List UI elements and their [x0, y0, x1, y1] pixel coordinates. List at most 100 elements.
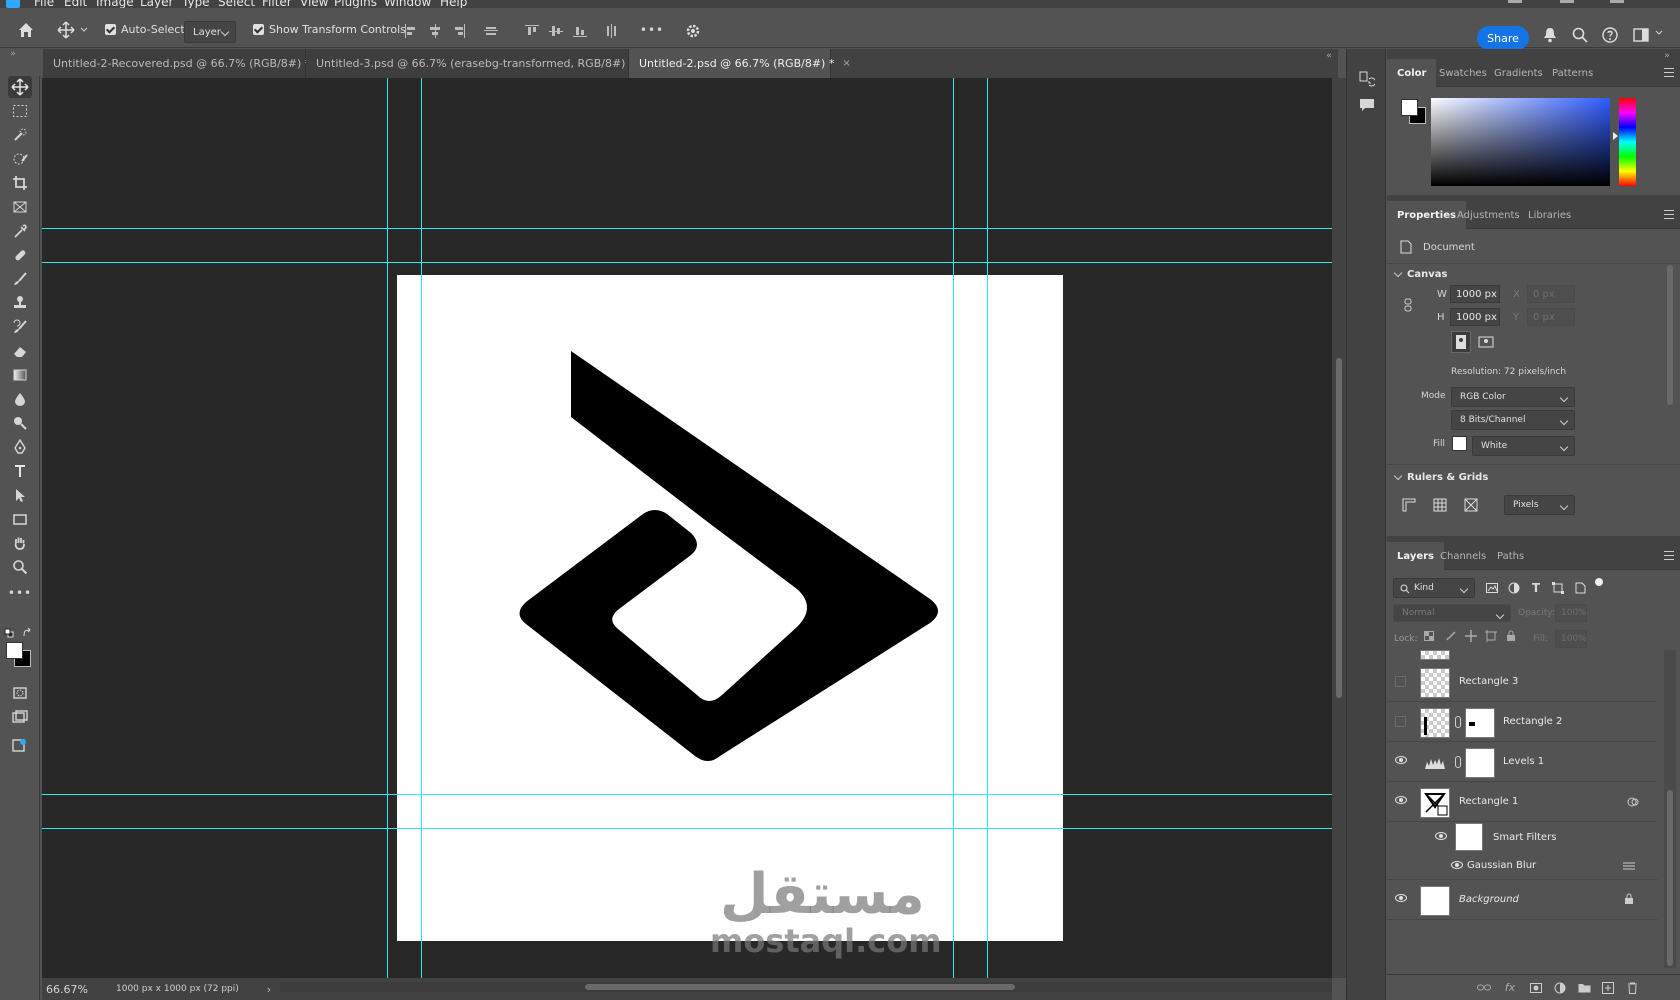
align-left-icon[interactable] [404, 24, 418, 38]
menu-plugins[interactable]: Plugins [334, 0, 377, 8]
distribute-vertical-icon[interactable] [605, 24, 619, 38]
horizontal-scrollbar[interactable] [280, 982, 1332, 992]
eye-icon[interactable] [1435, 832, 1447, 840]
layer-name[interactable]: Background [1459, 894, 1519, 905]
screen-mode-icon[interactable] [8, 706, 32, 728]
new-layer-icon[interactable] [1601, 981, 1615, 995]
layer-row-smart-filters[interactable]: Smart Filters [1387, 822, 1657, 852]
ruler-icon[interactable] [1401, 497, 1417, 513]
link-mask-icon[interactable] [1455, 716, 1461, 728]
default-colors-icon[interactable] [4, 628, 14, 638]
rulers-grids-section[interactable]: Rulers & Grids [1395, 472, 1488, 483]
history-brush-tool-icon[interactable] [8, 316, 32, 338]
auto-select-dropdown[interactable]: Layer [184, 21, 236, 43]
gear-icon[interactable] [684, 22, 702, 40]
status-menu-arrow[interactable]: › [267, 983, 271, 996]
layers-scrollbar[interactable] [1664, 650, 1676, 968]
layer-row-rectangle-3[interactable]: Rectangle 3 [1387, 662, 1657, 702]
filter-toggle-icon[interactable] [1595, 578, 1603, 586]
brush-tool-icon[interactable] [8, 268, 32, 290]
move-tool-preset-icon[interactable] [56, 20, 76, 40]
link-mask-icon[interactable] [1455, 756, 1461, 768]
height-field[interactable]: 1000 px [1450, 308, 1500, 326]
fill-dropdown[interactable]: White [1472, 436, 1575, 456]
visibility-off-icon[interactable] [1395, 716, 1406, 727]
units-dropdown[interactable]: Pixels [1504, 495, 1575, 515]
dodge-tool-icon[interactable] [8, 412, 32, 434]
collapse-toolbar-icon[interactable]: » [6, 49, 20, 59]
workspace-icon[interactable] [1631, 26, 1651, 44]
generative-fill-icon[interactable] [8, 734, 32, 756]
blur-tool-icon[interactable] [8, 388, 32, 410]
align-bottom-icon[interactable] [573, 24, 587, 38]
lock-position-icon[interactable] [1465, 630, 1477, 642]
eraser-tool-icon[interactable] [8, 340, 32, 362]
layer-row-gaussian-blur[interactable]: Gaussian Blur [1387, 852, 1657, 880]
layer-row-levels-1[interactable]: Levels 1 [1387, 742, 1657, 782]
search-icon[interactable] [1571, 26, 1589, 44]
tab-untitled-3[interactable]: Untitled-3.psd @ 66.7% (erasebg-transfor… [306, 49, 642, 78]
tab-untitled-2-recovered[interactable]: Untitled-2-Recovered.psd @ 66.7% (RGB/8#… [43, 49, 327, 78]
tab-paths[interactable]: Paths [1487, 542, 1534, 570]
hue-slider[interactable] [1619, 98, 1636, 186]
filter-shape-icon[interactable] [1551, 581, 1565, 595]
filter-options-icon[interactable] [1623, 860, 1635, 872]
adjustment-layer-icon[interactable] [1553, 981, 1567, 995]
crop-tool-icon[interactable] [8, 172, 32, 194]
visibility-off-icon[interactable] [1395, 676, 1406, 687]
width-field[interactable]: 1000 px [1450, 285, 1500, 303]
eye-icon[interactable] [1395, 894, 1407, 902]
tab-libraries[interactable]: Libraries [1518, 201, 1581, 229]
quick-selection-tool-icon[interactable] [8, 148, 32, 170]
eye-icon[interactable] [1395, 756, 1407, 764]
hand-tool-icon[interactable] [8, 532, 32, 554]
foreground-color-swatch[interactable] [6, 642, 23, 659]
layer-name[interactable]: Rectangle 2 [1503, 716, 1562, 727]
menu-window[interactable]: Window [384, 0, 431, 8]
scroll-thumb[interactable] [585, 984, 1015, 990]
menu-type[interactable]: Type [182, 0, 210, 8]
edit-toolbar-icon[interactable]: ••• [8, 582, 32, 604]
close-tab-icon[interactable]: × [842, 58, 850, 69]
scroll-thumb[interactable] [1336, 358, 1342, 698]
panel-menu-icon[interactable] [1664, 210, 1674, 219]
fx-icon[interactable]: fx [1503, 980, 1517, 994]
lock-all-icon[interactable] [1505, 630, 1517, 642]
eye-icon[interactable] [1395, 796, 1407, 804]
menu-view[interactable]: View [300, 0, 328, 8]
layer-row-rectangle-2[interactable]: Rectangle 2 [1387, 702, 1657, 742]
panel-menu-icon[interactable] [1664, 68, 1674, 77]
panel-menu-icon[interactable] [1664, 551, 1674, 560]
grid-icon[interactable] [1432, 497, 1448, 513]
layer-name[interactable]: Rectangle 1 [1459, 796, 1518, 807]
properties-scrollbar[interactable] [1667, 265, 1673, 405]
eyedropper-tool-icon[interactable] [8, 220, 32, 242]
layer-name[interactable]: Rectangle 3 [1459, 676, 1518, 687]
chevron-down-icon[interactable] [1654, 28, 1664, 38]
gradient-tool-icon[interactable] [8, 364, 32, 386]
scroll-thumb[interactable] [1667, 790, 1673, 966]
add-mask-icon[interactable] [1529, 981, 1543, 995]
hue-slider-marker-icon[interactable] [1613, 132, 1618, 140]
clone-stamp-tool-icon[interactable] [8, 292, 32, 314]
link-dimensions-icon[interactable] [1403, 297, 1413, 313]
share-button[interactable]: Share [1477, 26, 1529, 50]
tab-untitled-2[interactable]: Untitled-2.psd @ 66.7% (RGB/8#) * × [629, 49, 851, 78]
document-canvas[interactable] [397, 275, 1063, 941]
help-icon[interactable] [1601, 26, 1619, 44]
trash-icon[interactable] [1625, 981, 1639, 995]
home-icon[interactable] [16, 20, 36, 40]
align-center-icon[interactable] [428, 24, 442, 38]
layer-name[interactable]: Smart Filters [1493, 832, 1556, 843]
menu-edit[interactable]: Edit [64, 0, 87, 8]
close-window-icon[interactable] [1610, 0, 1624, 3]
menu-select[interactable]: Select [218, 0, 255, 8]
layer-name[interactable]: Gaussian Blur [1467, 860, 1536, 871]
layer-filter-dropdown[interactable]: Kind [1393, 578, 1475, 598]
fill-color-swatch[interactable] [1452, 436, 1467, 451]
vertical-scrollbar[interactable] [1332, 78, 1346, 978]
layer-list[interactable]: Rectangle 3 Rectangle 2 Levels 1 Rectang… [1387, 650, 1657, 968]
foreground-color-swatch[interactable] [1401, 99, 1418, 116]
lock-artboard-icon[interactable] [1485, 630, 1497, 642]
bit-depth-dropdown[interactable]: 8 Bits/Channel [1451, 410, 1575, 430]
